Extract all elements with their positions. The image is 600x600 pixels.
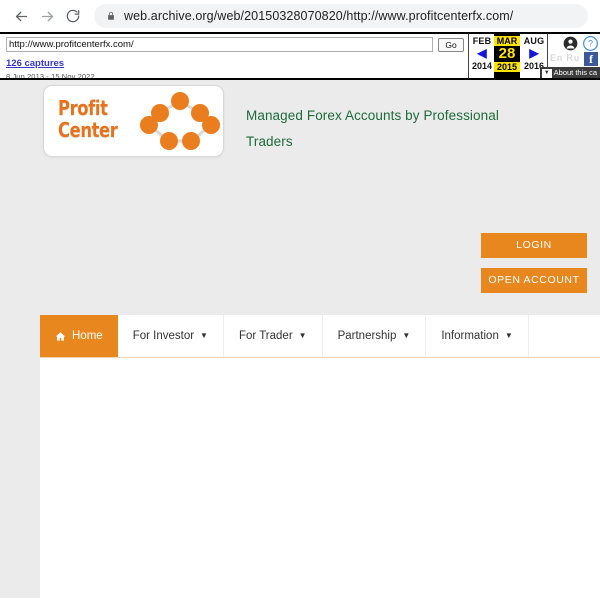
wayback-toolbar: Go 126 captures 8 Jun 2013 - 15 Nov 2022… — [0, 32, 600, 80]
wayback-go-button[interactable]: Go — [438, 37, 464, 52]
address-bar-url: web.archive.org/web/20150328070820/http:… — [124, 9, 514, 23]
wayback-language-links[interactable]: En Ru — [550, 53, 580, 63]
wayback-current-day: 28 — [498, 45, 516, 62]
nav-item-home-label: Home — [72, 330, 103, 342]
lock-icon — [106, 10, 116, 22]
wayback-prev-month: FEB — [472, 36, 492, 46]
nav-item-for-trader-label: For Trader — [238, 330, 293, 342]
main-navigation: Home For Investor ▼ For Trader ▼ Partner… — [40, 315, 600, 358]
main-content-area — [40, 358, 600, 598]
nav-item-information-label: Information — [441, 330, 499, 342]
nav-item-for-investor[interactable]: For Investor ▼ — [118, 315, 224, 357]
nav-item-for-investor-label: For Investor — [132, 330, 195, 342]
logo-line-1: Profit — [58, 96, 108, 120]
nav-item-partnership[interactable]: Partnership ▼ — [323, 315, 427, 357]
chevron-down-icon: ▼ — [504, 331, 513, 340]
wayback-url-row: Go — [6, 36, 464, 53]
wayback-prev-capture[interactable]: FEB ◀ 2014 — [470, 34, 494, 78]
facebook-icon[interactable]: f — [584, 52, 598, 66]
chevron-down-icon: ▼ — [200, 331, 208, 340]
address-bar[interactable]: web.archive.org/web/20150328070820/http:… — [94, 4, 588, 28]
logo-line-2: Center — [58, 118, 118, 142]
chevron-down-icon: ▼ — [298, 331, 307, 340]
site-tagline: Managed Forex Accounts by Professional T… — [246, 108, 499, 149]
nav-item-home[interactable]: Home — [40, 315, 118, 357]
wayback-captures-link[interactable]: 126 captures — [6, 58, 64, 69]
wayback-left-panel: Go 126 captures 8 Jun 2013 - 15 Nov 2022 — [0, 34, 468, 78]
open-account-button[interactable]: OPEN ACCOUNT — [481, 268, 587, 293]
login-button[interactable]: LOGIN — [481, 233, 587, 258]
network-nodes-icon — [140, 90, 220, 156]
chevron-down-icon: ▼ — [402, 331, 411, 340]
chevron-down-icon: ▼ — [541, 68, 552, 78]
nav-item-for-trader[interactable]: For Trader ▼ — [224, 315, 323, 357]
forward-button[interactable] — [34, 3, 60, 29]
wayback-prev-year: 2014 — [471, 61, 493, 71]
wayback-current-year: 2015 — [494, 62, 520, 72]
nav-item-information[interactable]: Information ▼ — [426, 315, 529, 357]
site-logo[interactable]: Profit Center — [43, 85, 224, 157]
browser-toolbar: web.archive.org/web/20150328070820/http:… — [0, 0, 600, 32]
back-button[interactable] — [8, 3, 34, 29]
reload-button[interactable] — [60, 3, 86, 29]
wayback-about-capture-button[interactable]: ▼ About this ca — [539, 67, 600, 78]
nav-item-partnership-label: Partnership — [337, 330, 397, 342]
wayback-date-range: 8 Jun 2013 - 15 Nov 2022 — [6, 72, 95, 80]
svg-text:?: ? — [588, 39, 593, 49]
site-container: Profit Center Managed Forex Accounts by … — [40, 80, 600, 598]
logo-wordmark: Profit Center — [58, 96, 118, 142]
wayback-current-capture[interactable]: MAR 28 2015 — [494, 34, 520, 78]
home-icon — [55, 331, 66, 342]
wayback-next-month: AUG — [523, 36, 545, 46]
wayback-prev-arrow-icon[interactable]: ◀ — [470, 46, 494, 61]
wayback-divider-left — [468, 34, 469, 78]
wayback-about-label: About this ca — [553, 68, 597, 77]
site-header: Profit Center Managed Forex Accounts by … — [40, 80, 600, 235]
wayback-url-input[interactable] — [6, 37, 434, 52]
page-body: Profit Center Managed Forex Accounts by … — [0, 80, 600, 598]
wayback-next-arrow-icon[interactable]: ▶ — [522, 46, 546, 61]
